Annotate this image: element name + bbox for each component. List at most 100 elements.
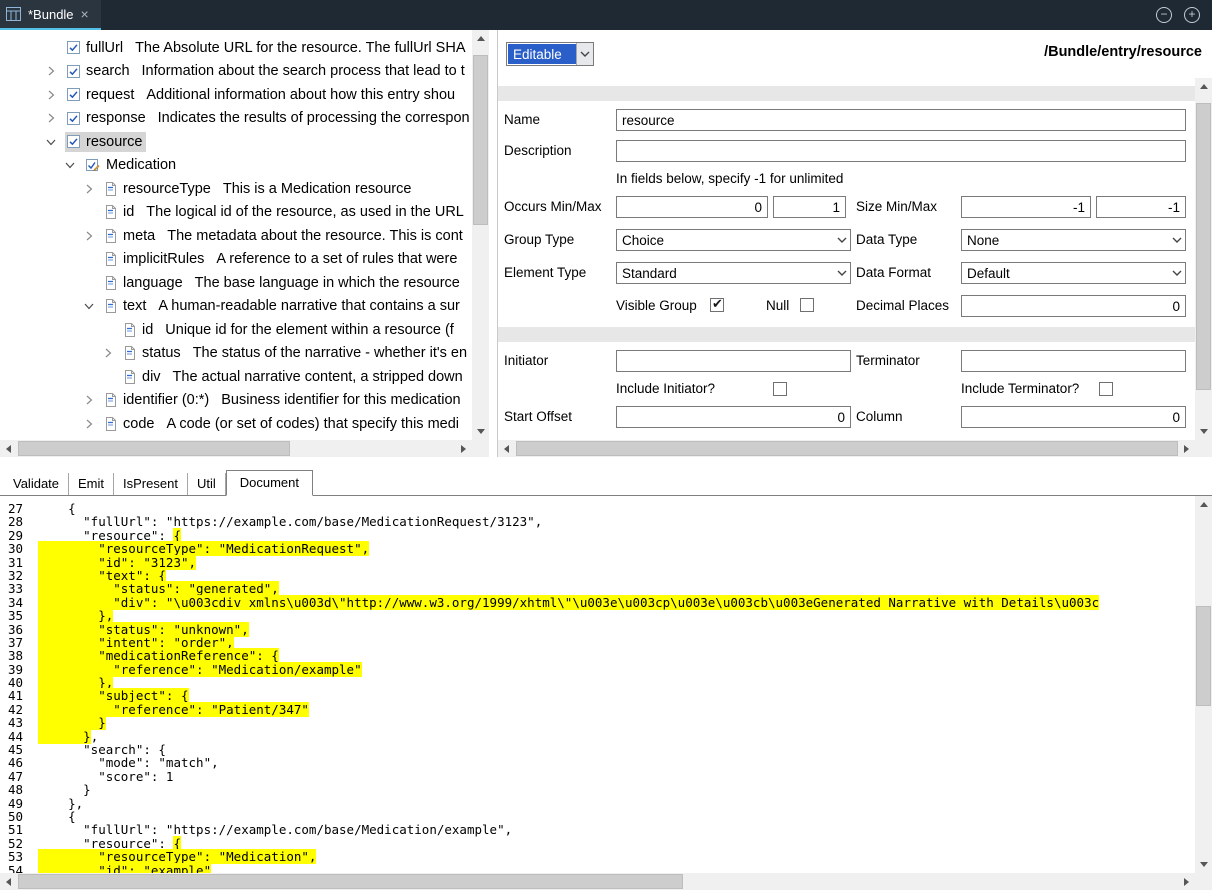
tree-node[interactable]: Medication — [84, 155, 180, 175]
chevron-right-icon[interactable] — [103, 348, 122, 358]
document-code[interactable]: 27 {28 "fullUrl": "https://example.com/b… — [0, 496, 1195, 873]
chevron-down-icon[interactable] — [833, 230, 850, 250]
chevron-down-icon[interactable] — [1168, 263, 1185, 283]
tree-horizontal-scrollbar[interactable] — [0, 440, 472, 457]
group-type-dropdown[interactable]: Choice — [616, 229, 851, 251]
panel-splitter[interactable] — [489, 30, 497, 457]
tab-validate[interactable]: Validate — [4, 473, 69, 495]
size-max-input[interactable] — [1096, 196, 1186, 218]
tree-item-search[interactable]: searchInformation about the search proce… — [0, 60, 472, 84]
data-format-dropdown[interactable]: Default — [961, 262, 1186, 284]
scroll-down-button[interactable] — [472, 423, 489, 440]
edit-mode-dropdown[interactable]: Editable — [506, 42, 594, 66]
scroll-thumb[interactable] — [1196, 103, 1211, 390]
data-type-dropdown[interactable]: None — [961, 229, 1186, 251]
start-offset-input[interactable] — [616, 406, 851, 428]
scroll-up-button[interactable] — [1195, 496, 1212, 513]
scroll-right-button[interactable] — [1178, 873, 1195, 890]
tree-item-resource[interactable]: resource — [0, 130, 472, 154]
tab-ispresent[interactable]: IsPresent — [114, 473, 188, 495]
tree-node[interactable]: text — [103, 296, 150, 316]
scroll-down-button[interactable] — [1195, 856, 1212, 873]
description-input[interactable] — [616, 140, 1186, 162]
tree-node[interactable]: id — [103, 202, 138, 222]
chevron-down-icon[interactable] — [65, 160, 84, 170]
chevron-right-icon[interactable] — [46, 90, 65, 100]
tree-node[interactable]: implicitRules — [103, 249, 208, 269]
occurs-min-input[interactable] — [616, 196, 768, 218]
tree-item-fullurl[interactable]: fullUrlThe Absolute URL for the resource… — [0, 36, 472, 60]
scroll-right-button[interactable] — [1178, 440, 1195, 457]
tree-item-resourcetype[interactable]: resourceTypeThis is a Medication resourc… — [0, 177, 472, 201]
element-tree[interactable]: fullUrlThe Absolute URL for the resource… — [0, 30, 472, 440]
scroll-left-button[interactable] — [498, 440, 515, 457]
chevron-right-icon[interactable] — [84, 184, 103, 194]
tree-node[interactable]: fullUrl — [65, 38, 127, 58]
scroll-up-button[interactable] — [472, 30, 489, 47]
tree-item-implicitrules[interactable]: implicitRulesA reference to a set of rul… — [0, 248, 472, 272]
tree-item-id[interactable]: idThe logical id of the resource, as use… — [0, 201, 472, 225]
tree-node[interactable]: code — [103, 414, 158, 434]
tree-item-text[interactable]: textA human-readable narrative that cont… — [0, 295, 472, 319]
scroll-thumb[interactable] — [473, 55, 488, 225]
column-input[interactable] — [961, 406, 1186, 428]
inspector-vertical-scrollbar[interactable] — [1195, 78, 1212, 440]
occurs-max-input[interactable] — [773, 196, 846, 218]
scroll-left-button[interactable] — [0, 873, 17, 890]
document-horizontal-scrollbar[interactable] — [0, 873, 1195, 890]
tree-node[interactable]: div — [122, 367, 165, 387]
maximize-button[interactable]: + — [1184, 7, 1200, 23]
chevron-down-icon[interactable] — [84, 301, 103, 311]
scroll-up-button[interactable] — [1195, 78, 1212, 95]
scroll-thumb[interactable] — [516, 441, 1178, 456]
tab-emit[interactable]: Emit — [69, 473, 114, 495]
tree-node[interactable]: status — [122, 343, 185, 363]
chevron-down-icon[interactable] — [1168, 230, 1185, 250]
chevron-down-icon[interactable] — [46, 137, 65, 147]
chevron-right-icon[interactable] — [84, 395, 103, 405]
initiator-input[interactable] — [616, 350, 851, 372]
tree-node[interactable]: request — [65, 85, 138, 105]
tree-item-medication[interactable]: Medication — [0, 154, 472, 178]
null-checkbox[interactable] — [800, 298, 814, 312]
chevron-right-icon[interactable] — [84, 419, 103, 429]
tree-item-identifier-0[interactable]: identifier (0:*)Business identifier for … — [0, 389, 472, 413]
tab-document[interactable]: Document — [226, 470, 313, 496]
tree-item-div[interactable]: divThe actual narrative content, a strip… — [0, 365, 472, 389]
tree-node[interactable]: identifier (0:*) — [103, 390, 213, 410]
terminator-input[interactable] — [961, 350, 1186, 372]
tree-item-status[interactable]: statusThe status of the narrative - whet… — [0, 342, 472, 366]
scroll-left-button[interactable] — [0, 440, 17, 457]
tree-item-response[interactable]: responseIndicates the results of process… — [0, 107, 472, 131]
chevron-right-icon[interactable] — [46, 113, 65, 123]
scroll-right-button[interactable] — [455, 440, 472, 457]
tree-node[interactable]: resourceType — [103, 179, 215, 199]
tree-item-meta[interactable]: metaThe metadata about the resource. Thi… — [0, 224, 472, 248]
scroll-thumb[interactable] — [18, 441, 290, 456]
tree-item-language[interactable]: languageThe base language in which the r… — [0, 271, 472, 295]
decimal-places-input[interactable] — [961, 295, 1186, 317]
minimize-button[interactable]: − — [1156, 7, 1172, 23]
inspector-horizontal-scrollbar[interactable] — [498, 440, 1195, 457]
tree-node[interactable]: resource — [65, 132, 146, 152]
scroll-thumb[interactable] — [1196, 606, 1211, 706]
tree-vertical-scrollbar[interactable] — [472, 30, 489, 440]
tab-util[interactable]: Util — [188, 473, 226, 495]
tree-node[interactable]: language — [103, 273, 187, 293]
visible-group-checkbox[interactable] — [710, 298, 724, 312]
tree-item-id[interactable]: idUnique id for the element within a res… — [0, 318, 472, 342]
chevron-right-icon[interactable] — [84, 231, 103, 241]
scroll-down-button[interactable] — [1195, 423, 1212, 440]
element-type-dropdown[interactable]: Standard — [616, 262, 851, 284]
close-icon[interactable]: × — [81, 7, 89, 21]
chevron-down-icon[interactable] — [576, 43, 593, 65]
include-initiator-checkbox[interactable] — [773, 382, 787, 396]
name-input[interactable] — [616, 109, 1186, 131]
document-vertical-scrollbar[interactable] — [1195, 496, 1212, 873]
document-tab-bundle[interactable]: *Bundle × — [0, 0, 101, 30]
chevron-down-icon[interactable] — [833, 263, 850, 283]
tree-node[interactable]: search — [65, 61, 134, 81]
include-terminator-checkbox[interactable] — [1099, 382, 1113, 396]
tree-node[interactable]: response — [65, 108, 150, 128]
tree-item-request[interactable]: requestAdditional information about how … — [0, 83, 472, 107]
